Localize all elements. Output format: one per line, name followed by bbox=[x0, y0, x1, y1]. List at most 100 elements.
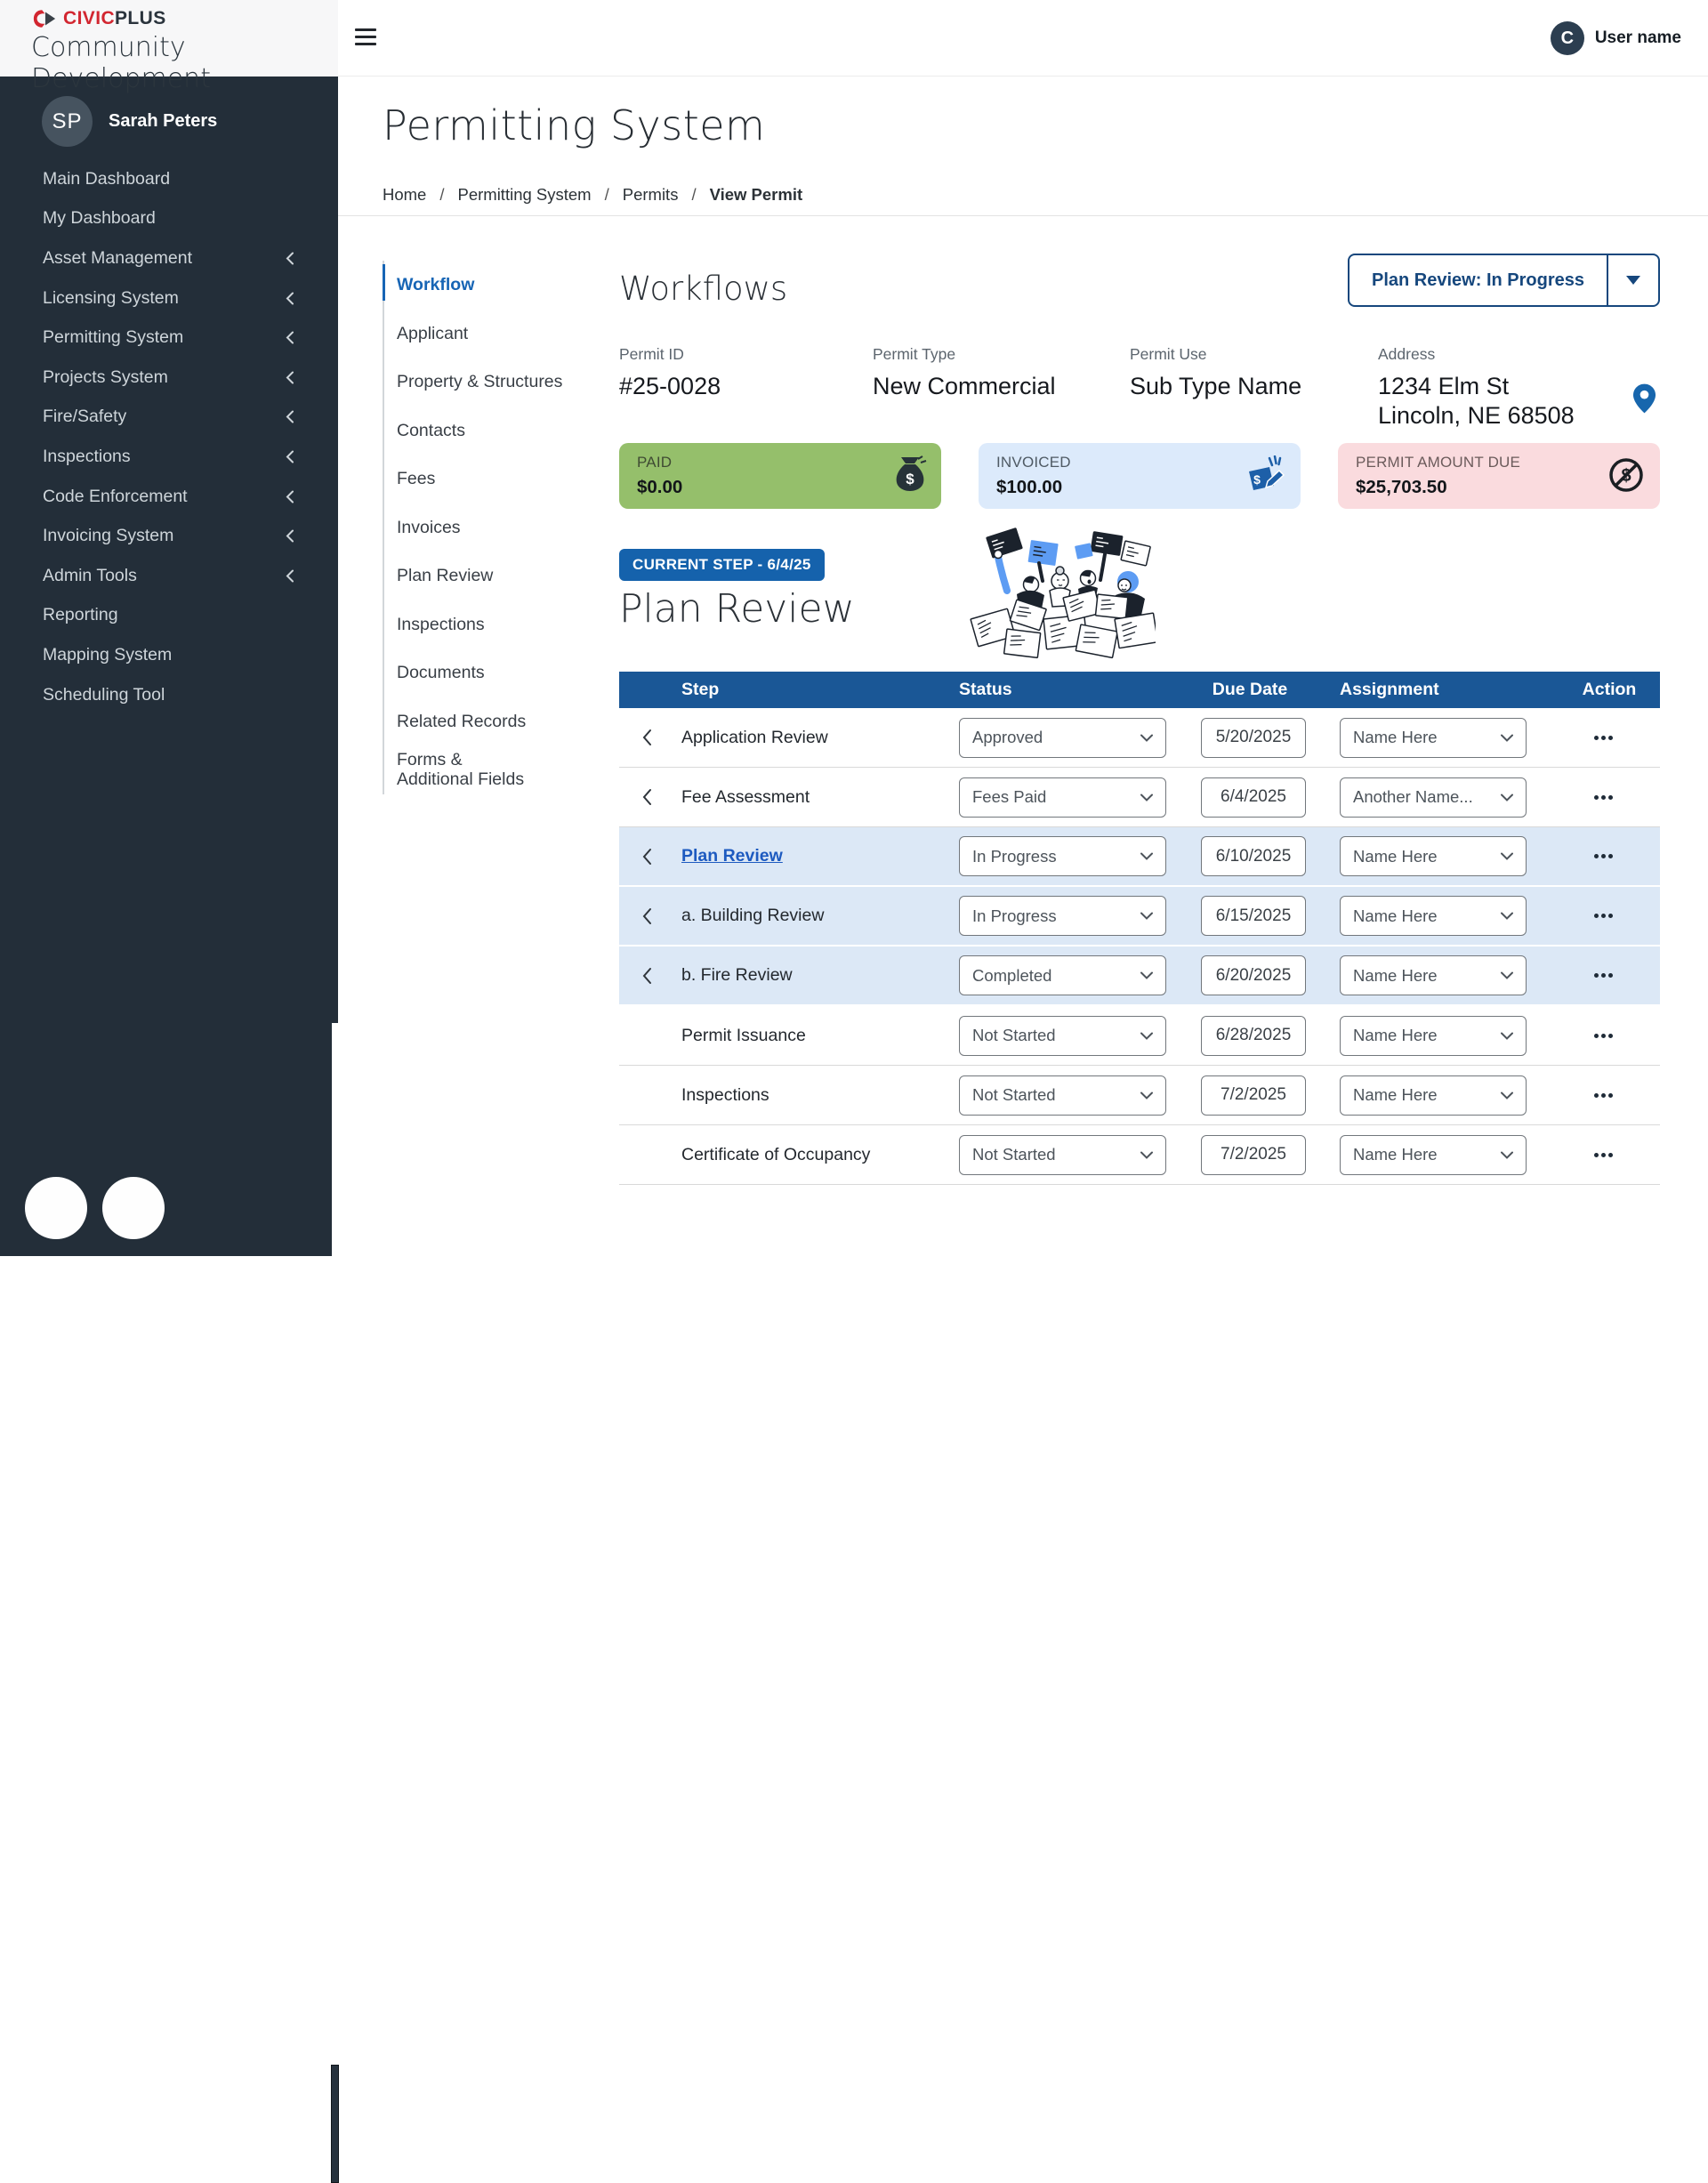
chevron-left-icon bbox=[286, 529, 294, 543]
sidebar-item-admin-tools[interactable]: Admin Tools bbox=[0, 556, 338, 596]
column-header-step: Step bbox=[681, 680, 720, 699]
breadcrumb: Home / Permitting System / Permits / View Perm… bbox=[338, 173, 1708, 216]
subnav-item-related-records[interactable]: Related Records bbox=[384, 697, 580, 746]
subnav-item-property-structures[interactable]: Property & Structures bbox=[384, 358, 580, 407]
status-dropdown[interactable]: In Progress bbox=[959, 836, 1166, 876]
subnav-item-plan-review[interactable]: Plan Review bbox=[384, 552, 580, 600]
due-date-input[interactable]: 6/20/2025 bbox=[1201, 955, 1306, 995]
subnav-item-documents[interactable]: Documents bbox=[384, 648, 580, 697]
permit-id-value: #25-0028 bbox=[619, 373, 721, 399]
permit-use-value: Sub Type Name bbox=[1130, 373, 1302, 399]
due-date-input[interactable]: 6/10/2025 bbox=[1201, 836, 1306, 876]
row-actions-button[interactable] bbox=[1580, 973, 1660, 978]
row-actions-button[interactable] bbox=[1580, 1092, 1660, 1098]
sidebar-item-invoicing-system[interactable]: Invoicing System bbox=[0, 516, 338, 556]
due-date-input[interactable]: 6/4/2025 bbox=[1201, 777, 1306, 818]
sidebar-item-asset-management[interactable]: Asset Management bbox=[0, 238, 338, 278]
assignment-dropdown[interactable]: Name Here bbox=[1340, 717, 1527, 758]
assignment-dropdown[interactable]: Name Here bbox=[1340, 1075, 1527, 1116]
user-menu[interactable]: C User name bbox=[1550, 21, 1681, 55]
column-header-due-date: Due Date bbox=[1212, 680, 1288, 699]
due-date-input[interactable]: 5/20/2025 bbox=[1201, 717, 1306, 758]
permit-id-label: Permit ID bbox=[619, 345, 684, 363]
assignment-dropdown[interactable]: Name Here bbox=[1340, 1134, 1527, 1175]
status-dropdown[interactable]: Fees Paid bbox=[959, 777, 1166, 818]
table-row: Plan Review In Progress 6/10/2025 Name H… bbox=[619, 827, 1660, 887]
status-dropdown[interactable]: Not Started bbox=[959, 1075, 1166, 1116]
current-step-badge: CURRENT STEP - 6/4/25 bbox=[619, 549, 825, 581]
sidebar-item-main-dashboard[interactable]: Main Dashboard bbox=[0, 159, 338, 199]
subnav-item-inspections[interactable]: Inspections bbox=[384, 600, 580, 649]
brand-logo[interactable]: CIVICPLUS bbox=[32, 8, 166, 29]
sidebar-scrollbar[interactable] bbox=[331, 1023, 339, 2183]
row-actions-button[interactable] bbox=[1580, 1033, 1660, 1038]
assignment-value: Name Here bbox=[1353, 906, 1438, 925]
sidebar-item-reporting[interactable]: Reporting bbox=[0, 596, 338, 636]
address-label: Address bbox=[1378, 345, 1436, 363]
sidebar-item-my-dashboard[interactable]: My Dashboard bbox=[0, 199, 338, 239]
breadcrumb-item-permits[interactable]: Permits bbox=[623, 185, 679, 205]
breadcrumb-item-home[interactable]: Home bbox=[383, 185, 426, 205]
subnav-item-label: Forms & Additional Fields bbox=[397, 749, 525, 790]
due-date-input[interactable]: 6/15/2025 bbox=[1201, 896, 1306, 936]
sidebar-item-inspections[interactable]: Inspections bbox=[0, 437, 338, 477]
sidebar-user-name: Sarah Peters bbox=[109, 111, 218, 131]
row-expand-chevron-icon[interactable] bbox=[619, 729, 669, 746]
breadcrumb-item-permitting-system[interactable]: Permitting System bbox=[458, 185, 592, 205]
row-expand-chevron-icon[interactable] bbox=[619, 967, 669, 985]
sidebar-item-label: Licensing System bbox=[43, 287, 179, 308]
row-actions-button[interactable] bbox=[1580, 1152, 1660, 1157]
subnav-item-workflow[interactable]: Workflow bbox=[383, 261, 580, 310]
status-dropdown[interactable]: Not Started bbox=[959, 1015, 1166, 1056]
row-actions-button[interactable] bbox=[1580, 794, 1660, 800]
sidebar-scrollbar-thumb[interactable] bbox=[331, 2065, 339, 2183]
invoice-icon: $ bbox=[1249, 455, 1285, 490]
floating-button-2[interactable] bbox=[102, 1177, 165, 1239]
due-date-input[interactable]: 6/28/2025 bbox=[1201, 1015, 1306, 1056]
sidebar-item-fire-safety[interactable]: Fire/Safety bbox=[0, 398, 338, 438]
caret-down-icon[interactable] bbox=[1607, 255, 1658, 305]
row-expand-chevron-icon[interactable] bbox=[619, 848, 669, 866]
status-dropdown[interactable]: Not Started bbox=[959, 1134, 1166, 1175]
map-pin-icon[interactable] bbox=[1632, 383, 1656, 419]
assignment-dropdown[interactable]: Name Here bbox=[1340, 1015, 1527, 1056]
floating-button-1[interactable] bbox=[25, 1177, 87, 1239]
hamburger-menu-icon[interactable] bbox=[355, 28, 376, 50]
brand-block: CIVICPLUS Community Development bbox=[0, 0, 338, 94]
permit-status-label: Plan Review: In Progress bbox=[1372, 270, 1584, 290]
assignment-value: Name Here bbox=[1353, 1145, 1438, 1164]
permit-status-dropdown-button[interactable]: Plan Review: In Progress bbox=[1348, 254, 1660, 307]
assignment-dropdown[interactable]: Name Here bbox=[1340, 896, 1527, 936]
subnav-item-applicant[interactable]: Applicant bbox=[384, 310, 580, 358]
assignment-dropdown[interactable]: Another Name... bbox=[1340, 777, 1527, 818]
sidebar-item-projects-system[interactable]: Projects System bbox=[0, 358, 338, 398]
row-actions-button[interactable] bbox=[1580, 854, 1660, 858]
subnav-item-label: Fees bbox=[397, 469, 436, 489]
sidebar-item-label: Scheduling Tool bbox=[43, 684, 165, 705]
sidebar-user[interactable]: SP Sarah Peters bbox=[42, 96, 217, 147]
row-actions-button[interactable] bbox=[1580, 914, 1660, 918]
row-actions-button[interactable] bbox=[1580, 735, 1660, 740]
subnav-item-invoices[interactable]: Invoices bbox=[384, 503, 580, 552]
status-dropdown[interactable]: Approved bbox=[959, 717, 1166, 758]
sidebar-item-permitting-system[interactable]: Permitting System bbox=[0, 318, 338, 358]
subnav-item-forms-additional-fields[interactable]: Forms & Additional Fields bbox=[384, 745, 580, 794]
sidebar-item-scheduling-tool[interactable]: Scheduling Tool bbox=[0, 675, 338, 715]
permit-use-field: Permit Use Sub Type Name bbox=[1130, 345, 1378, 431]
due-date-input[interactable]: 7/2/2025 bbox=[1201, 1134, 1306, 1175]
row-expand-chevron-icon[interactable] bbox=[619, 907, 669, 925]
subnav-item-contacts[interactable]: Contacts bbox=[384, 407, 580, 455]
step-name[interactable]: Plan Review bbox=[669, 846, 959, 866]
row-expand-chevron-icon[interactable] bbox=[619, 788, 669, 806]
assignment-dropdown[interactable]: Name Here bbox=[1340, 955, 1527, 995]
sidebar-item-mapping-system[interactable]: Mapping System bbox=[0, 635, 338, 675]
status-dropdown[interactable]: In Progress bbox=[959, 896, 1166, 936]
sidebar-item-licensing-system[interactable]: Licensing System bbox=[0, 278, 338, 318]
sidebar-item-code-enforcement[interactable]: Code Enforcement bbox=[0, 477, 338, 517]
due-date-input[interactable]: 7/2/2025 bbox=[1201, 1075, 1306, 1116]
assignment-dropdown[interactable]: Name Here bbox=[1340, 836, 1527, 876]
subnav-item-fees[interactable]: Fees bbox=[384, 455, 580, 503]
assignment-value: Name Here bbox=[1353, 1026, 1438, 1044]
status-dropdown[interactable]: Completed bbox=[959, 955, 1166, 995]
step-name: Application Review bbox=[681, 727, 828, 747]
